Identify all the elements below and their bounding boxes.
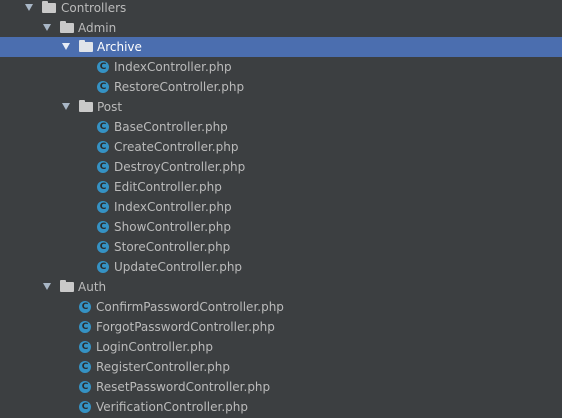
php-class-icon: C <box>79 337 91 357</box>
php-class-icon: C <box>79 397 91 417</box>
tree-node-post[interactable]: Post <box>0 97 562 117</box>
tree-file-archive-index-controller[interactable]: C IndexController.php <box>0 57 562 77</box>
tree-file-update-controller[interactable]: C UpdateController.php <box>0 257 562 277</box>
tree-node-archive[interactable]: Archive <box>0 37 562 57</box>
tree-file-login-controller[interactable]: C LoginController.php <box>0 337 562 357</box>
php-class-icon: C <box>97 137 109 157</box>
expand-arrow-icon[interactable] <box>24 0 34 18</box>
php-class-icon: C <box>97 77 109 97</box>
php-class-icon: C <box>79 297 91 317</box>
folder-icon <box>79 37 93 57</box>
expand-arrow-icon[interactable] <box>42 18 52 38</box>
php-class-icon: C <box>97 237 109 257</box>
tree-file-edit-controller[interactable]: C EditController.php <box>0 177 562 197</box>
expand-arrow-icon[interactable] <box>42 277 52 297</box>
expand-arrow-icon[interactable] <box>61 37 71 57</box>
tree-file-register-controller[interactable]: C RegisterController.php <box>0 357 562 377</box>
php-class-icon: C <box>97 257 109 277</box>
expand-arrow-icon[interactable] <box>61 97 71 117</box>
tree-file-show-controller[interactable]: C ShowController.php <box>0 217 562 237</box>
folder-icon <box>42 0 56 18</box>
tree-file-forgot-password-controller[interactable]: C ForgotPasswordController.php <box>0 317 562 337</box>
tree-file-destroy-controller[interactable]: C DestroyController.php <box>0 157 562 177</box>
php-class-icon: C <box>79 317 91 337</box>
php-class-icon: C <box>79 357 91 377</box>
tree-file-reset-password-controller[interactable]: C ResetPasswordController.php <box>0 377 562 397</box>
tree-file-post-index-controller[interactable]: C IndexController.php <box>0 197 562 217</box>
php-class-icon: C <box>97 57 109 77</box>
tree-file-store-controller[interactable]: C StoreController.php <box>0 237 562 257</box>
php-class-icon: C <box>97 197 109 217</box>
php-class-icon: C <box>97 177 109 197</box>
folder-icon <box>60 18 74 38</box>
tree-node-controllers[interactable]: Controllers <box>0 0 562 18</box>
php-class-icon: C <box>97 117 109 137</box>
folder-icon <box>79 97 93 117</box>
tree-file-verification-controller[interactable]: C VerificationController.php <box>0 397 562 417</box>
tree-node-admin[interactable]: Admin <box>0 18 562 38</box>
project-tree: Controllers Admin Archive C IndexControl… <box>0 0 562 418</box>
folder-icon <box>60 277 74 297</box>
tree-file-base-controller[interactable]: C BaseController.php <box>0 117 562 137</box>
tree-file-create-controller[interactable]: C CreateController.php <box>0 137 562 157</box>
php-class-icon: C <box>97 157 109 177</box>
php-class-icon: C <box>79 377 91 397</box>
php-class-icon: C <box>97 217 109 237</box>
tree-node-auth[interactable]: Auth <box>0 277 562 297</box>
tree-file-restore-controller[interactable]: C RestoreController.php <box>0 77 562 97</box>
tree-file-confirm-password-controller[interactable]: C ConfirmPasswordController.php <box>0 297 562 317</box>
